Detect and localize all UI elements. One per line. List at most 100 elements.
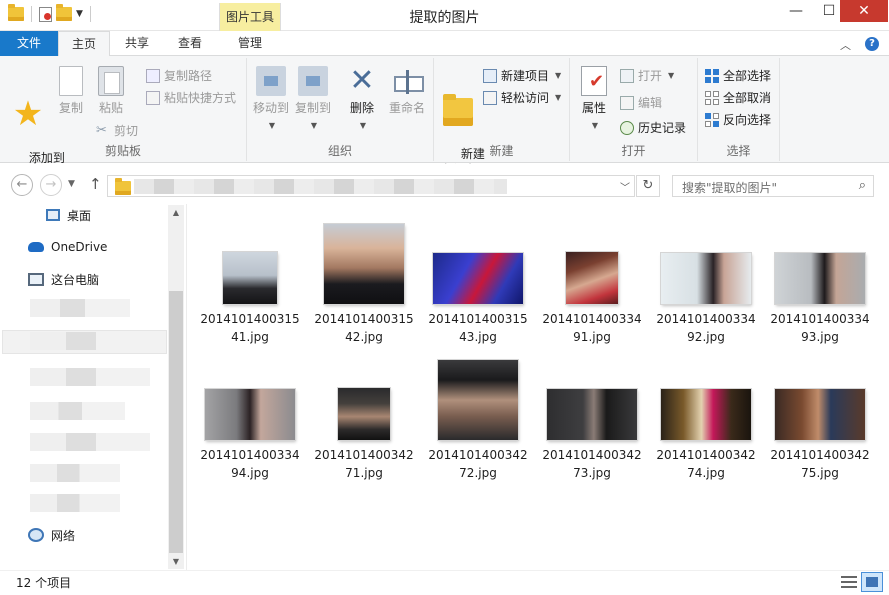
nav-item-this-pc[interactable]: 这台电脑 [28, 268, 99, 290]
open-group-label: 打开 [621, 144, 646, 158]
file-item[interactable]: 2014101400334 92.jpg [649, 222, 763, 346]
delete-button[interactable]: ✕ 删除 ▼ [345, 66, 379, 134]
file-item[interactable]: 2014101400342 73.jpg [535, 358, 649, 482]
nav-item-redacted[interactable] [30, 368, 150, 386]
image-thumbnail[interactable] [661, 389, 751, 440]
image-thumbnail[interactable] [324, 224, 404, 304]
refresh-button[interactable]: ↻ [636, 175, 660, 197]
rename-button[interactable]: 重命名 [385, 66, 429, 116]
up-arrow-icon[interactable]: ↑ [89, 175, 102, 193]
properties-label: 属性 [581, 101, 606, 115]
thumbnail-box [763, 222, 877, 304]
file-item[interactable]: 2014101400342 75.jpg [763, 358, 877, 482]
clipboard-group-label: 剪贴板 [104, 144, 141, 158]
paste-button[interactable]: 粘贴 [94, 66, 128, 116]
nav-scrollbar[interactable]: ▲ ▼ [168, 205, 184, 569]
image-thumbnail[interactable] [433, 253, 523, 304]
recent-locations-icon[interactable]: ▼ [68, 179, 75, 189]
paste-shortcut-button[interactable]: 粘贴快捷方式 [146, 89, 236, 106]
nav-item-desktop[interactable]: 桌面 [46, 204, 91, 226]
new-item-button[interactable]: 新建项目 ▼ [483, 67, 561, 84]
scroll-down-icon[interactable]: ▼ [168, 557, 184, 566]
easy-access-button[interactable]: 轻松访问 ▼ [483, 89, 561, 106]
nav-item-network[interactable]: 网络 [28, 524, 75, 546]
nav-item-redacted[interactable] [30, 332, 150, 350]
properties-button[interactable]: 属性 ▼ [576, 66, 612, 134]
nav-item-redacted[interactable] [30, 464, 120, 482]
tab-share[interactable]: 共享 [112, 31, 162, 56]
cut-button[interactable]: ✂ 剪切 [96, 122, 138, 139]
image-thumbnail[interactable] [205, 389, 295, 440]
thumbnail-box [307, 358, 421, 440]
nav-item-redacted[interactable] [30, 299, 130, 317]
copy-path-button[interactable]: 复制路径 [146, 67, 212, 84]
details-view-button[interactable] [839, 573, 859, 591]
image-thumbnail[interactable] [438, 360, 518, 440]
nav-item-redacted[interactable] [30, 494, 120, 512]
thumbnail-box [193, 358, 307, 440]
select-none-button[interactable]: 全部取消 [705, 89, 771, 106]
file-name: 2014101400334 92.jpg [656, 312, 756, 344]
edit-button[interactable]: 编辑 [620, 94, 662, 111]
status-bar: 12 个项目 [0, 570, 889, 595]
image-thumbnail[interactable] [775, 253, 865, 304]
copy-label: 复制 [58, 101, 83, 115]
file-item[interactable]: 2014101400334 94.jpg [193, 358, 307, 482]
scroll-up-icon[interactable]: ▲ [168, 208, 184, 217]
caret-down-icon: ▼ [591, 121, 599, 130]
tab-view[interactable]: 查看 [164, 31, 216, 56]
chevron-down-icon[interactable]: ﹀ [620, 179, 630, 194]
select-group-label: 选择 [726, 144, 751, 158]
minimize-button[interactable]: — [782, 0, 810, 22]
copy-button[interactable]: 复制 [54, 66, 88, 116]
copy-to-button[interactable]: 复制到 ▼ [293, 66, 333, 134]
caret-down-icon: ▼ [310, 121, 318, 130]
image-thumbnail[interactable] [566, 252, 618, 304]
copy-to-label: 复制到 [294, 101, 331, 115]
tab-manage[interactable]: 管理 [219, 31, 281, 56]
navigation-pane: 桌面 OneDrive 这台电脑 网络 ▲ ▼ [0, 204, 186, 570]
scroll-thumb[interactable] [169, 291, 183, 553]
file-item[interactable]: 2014101400342 72.jpg [421, 358, 535, 482]
move-to-button[interactable]: 移动到 ▼ [251, 66, 291, 134]
thumbnail-box [193, 222, 307, 304]
file-item[interactable]: 2014101400315 42.jpg [307, 222, 421, 346]
search-icon[interactable]: ⌕ [859, 178, 866, 193]
history-button[interactable]: 历史记录 [620, 119, 686, 136]
nav-item-onedrive[interactable]: OneDrive [28, 236, 107, 258]
image-thumbnail[interactable] [775, 389, 865, 440]
open-button[interactable]: 打开 ▼ [620, 67, 674, 84]
large-icons-view-button[interactable] [861, 572, 883, 592]
nav-item-redacted[interactable] [30, 433, 150, 451]
file-item[interactable]: 2014101400334 91.jpg [535, 222, 649, 346]
nav-item-redacted[interactable] [30, 402, 125, 420]
invert-selection-button[interactable]: 反向选择 [705, 111, 771, 128]
back-button[interactable]: ← [11, 174, 33, 196]
address-input[interactable]: ﹀ [107, 175, 635, 197]
search-input[interactable]: 搜索"提取的图片" ⌕ [672, 175, 874, 197]
help-icon[interactable]: ? [865, 37, 879, 51]
ribbon-collapse-icon[interactable]: ︿ [840, 37, 851, 53]
select-all-button[interactable]: 全部选择 [705, 67, 771, 84]
tab-file[interactable]: 文件 [0, 31, 58, 56]
image-thumbnail[interactable] [338, 388, 390, 440]
close-button[interactable]: ✕ [840, 0, 888, 22]
easy-access-label: 轻松访问 [501, 91, 550, 105]
history-icon [620, 120, 634, 135]
image-thumbnail[interactable] [547, 389, 637, 440]
paste-shortcut-icon [146, 90, 160, 105]
forward-button[interactable]: → [40, 174, 62, 196]
file-item[interactable]: 2014101400342 71.jpg [307, 358, 421, 482]
desktop-icon [46, 209, 60, 221]
tab-home[interactable]: 主页 [58, 31, 110, 57]
file-item[interactable]: 2014101400315 41.jpg [193, 222, 307, 346]
file-item[interactable]: 2014101400334 93.jpg [763, 222, 877, 346]
file-name: 2014101400315 41.jpg [200, 312, 300, 344]
select-none-icon [705, 90, 719, 105]
maximize-button[interactable]: ☐ [815, 0, 843, 22]
image-thumbnail[interactable] [223, 252, 277, 304]
nav-label: 网络 [51, 528, 76, 543]
image-thumbnail[interactable] [661, 253, 751, 304]
file-item[interactable]: 2014101400342 74.jpg [649, 358, 763, 482]
file-item[interactable]: 2014101400315 43.jpg [421, 222, 535, 346]
